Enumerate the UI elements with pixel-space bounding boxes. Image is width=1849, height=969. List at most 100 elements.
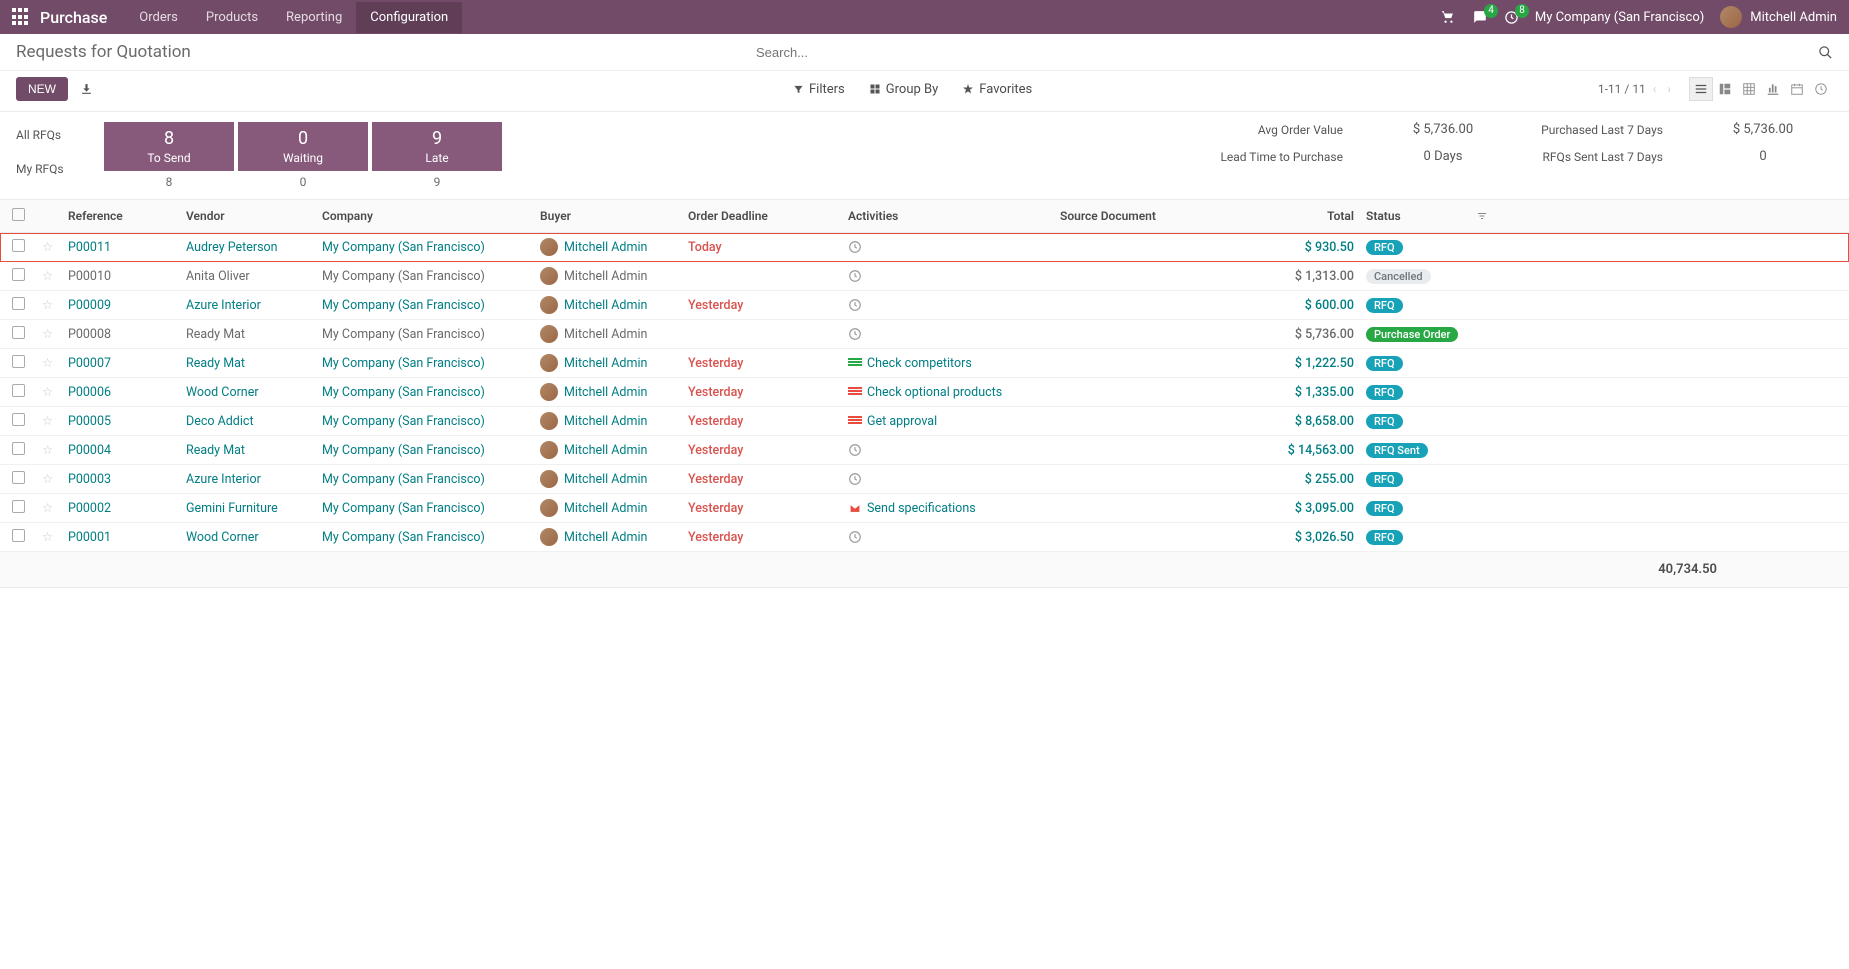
table-row[interactable]: ☆ P00011 Audrey Peterson My Company (San… — [0, 233, 1849, 262]
table-row[interactable]: ☆ P00005 Deco Addict My Company (San Fra… — [0, 407, 1849, 436]
row-checkbox[interactable] — [12, 326, 25, 339]
vendor-link[interactable]: Audrey Peterson — [186, 240, 278, 255]
filters-button[interactable]: Filters — [793, 82, 845, 97]
dash-card-late[interactable]: 9Late — [372, 122, 502, 171]
header-status[interactable]: Status — [1360, 209, 1476, 223]
buyer-link[interactable]: Mitchell Admin — [564, 501, 647, 516]
reference-link[interactable]: P00006 — [68, 385, 111, 400]
new-button[interactable]: NEW — [16, 77, 68, 101]
vendor-link[interactable]: Azure Interior — [186, 472, 261, 487]
table-row[interactable]: ☆ P00001 Wood Corner My Company (San Fra… — [0, 523, 1849, 552]
vendor-link[interactable]: Ready Mat — [186, 356, 245, 371]
buyer-link[interactable]: Mitchell Admin — [564, 356, 647, 371]
company-link[interactable]: My Company (San Francisco) — [322, 414, 485, 429]
view-activity-icon[interactable] — [1809, 77, 1833, 101]
view-kanban-icon[interactable] — [1713, 77, 1737, 101]
buyer-link[interactable]: Mitchell Admin — [564, 298, 647, 313]
dash-card-to-send[interactable]: 8To Send — [104, 122, 234, 171]
table-row[interactable]: ☆ P00002 Gemini Furniture My Company (Sa… — [0, 494, 1849, 523]
table-row[interactable]: ☆ P00003 Azure Interior My Company (San … — [0, 465, 1849, 494]
star-icon[interactable]: ☆ — [42, 327, 53, 342]
company-selector[interactable]: My Company (San Francisco) — [1535, 10, 1704, 25]
star-icon[interactable]: ☆ — [42, 501, 53, 516]
clock-icon[interactable] — [848, 472, 1060, 486]
activity-link[interactable]: Check competitors — [848, 356, 1060, 371]
row-checkbox[interactable] — [12, 384, 25, 397]
row-checkbox[interactable] — [12, 413, 25, 426]
table-row[interactable]: ☆ P00006 Wood Corner My Company (San Fra… — [0, 378, 1849, 407]
select-all-checkbox[interactable] — [12, 208, 25, 221]
vendor-link[interactable]: Anita Oliver — [186, 269, 250, 284]
activity-link[interactable]: Check optional products — [848, 385, 1060, 400]
header-activities[interactable]: Activities — [848, 209, 1060, 223]
user-menu[interactable]: Mitchell Admin — [1720, 6, 1837, 28]
company-link[interactable]: My Company (San Francisco) — [322, 298, 485, 313]
row-checkbox[interactable] — [12, 471, 25, 484]
table-row[interactable]: ☆ P00008 Ready Mat My Company (San Franc… — [0, 320, 1849, 349]
header-buyer[interactable]: Buyer — [540, 209, 688, 223]
clock-icon[interactable] — [848, 269, 1060, 283]
table-row[interactable]: ☆ P00009 Azure Interior My Company (San … — [0, 291, 1849, 320]
reference-link[interactable]: P00011 — [68, 240, 111, 255]
reference-link[interactable]: P00010 — [68, 269, 111, 284]
clock-icon[interactable] — [848, 298, 1060, 312]
reference-link[interactable]: P00004 — [68, 443, 111, 458]
company-link[interactable]: My Company (San Francisco) — [322, 269, 485, 284]
row-checkbox[interactable] — [12, 500, 25, 513]
company-link[interactable]: My Company (San Francisco) — [322, 240, 485, 255]
company-link[interactable]: My Company (San Francisco) — [322, 327, 485, 342]
table-row[interactable]: ☆ P00004 Ready Mat My Company (San Franc… — [0, 436, 1849, 465]
reference-link[interactable]: P00001 — [68, 530, 111, 545]
buyer-link[interactable]: Mitchell Admin — [564, 472, 647, 487]
reference-link[interactable]: P00005 — [68, 414, 111, 429]
pager-next-icon[interactable]: › — [1667, 82, 1671, 96]
company-link[interactable]: My Company (San Francisco) — [322, 530, 485, 545]
clock-icon[interactable] — [848, 443, 1060, 457]
buyer-link[interactable]: Mitchell Admin — [564, 443, 647, 458]
vendor-link[interactable]: Azure Interior — [186, 298, 261, 313]
row-checkbox[interactable] — [12, 442, 25, 455]
apps-icon[interactable] — [12, 8, 30, 26]
buyer-link[interactable]: Mitchell Admin — [564, 530, 647, 545]
clock-icon[interactable] — [848, 530, 1060, 544]
star-icon[interactable]: ☆ — [42, 385, 53, 400]
reference-link[interactable]: P00008 — [68, 327, 111, 342]
star-icon[interactable]: ☆ — [42, 298, 53, 313]
activity-link[interactable]: Get approval — [848, 414, 1060, 429]
activity-icon[interactable]: 8 — [1504, 10, 1519, 25]
clock-icon[interactable] — [848, 327, 1060, 341]
vendor-link[interactable]: Ready Mat — [186, 327, 245, 342]
star-icon[interactable]: ☆ — [42, 472, 53, 487]
vendor-link[interactable]: Deco Addict — [186, 414, 254, 429]
header-deadline[interactable]: Order Deadline — [688, 209, 848, 223]
row-checkbox[interactable] — [12, 268, 25, 281]
view-graph-icon[interactable] — [1761, 77, 1785, 101]
reference-link[interactable]: P00007 — [68, 356, 111, 371]
chat-icon[interactable]: 4 — [1472, 10, 1488, 24]
pager-prev-icon[interactable]: ‹ — [1653, 82, 1657, 96]
star-icon[interactable]: ☆ — [42, 356, 53, 371]
reference-link[interactable]: P00002 — [68, 501, 111, 516]
favorites-button[interactable]: Favorites — [962, 82, 1032, 97]
header-source[interactable]: Source Document — [1060, 209, 1240, 223]
table-row[interactable]: ☆ P00007 Ready Mat My Company (San Franc… — [0, 349, 1849, 378]
search-icon[interactable] — [1818, 45, 1833, 60]
reference-link[interactable]: P00003 — [68, 472, 111, 487]
vendor-link[interactable]: Ready Mat — [186, 443, 245, 458]
nav-item-orders[interactable]: Orders — [125, 2, 192, 33]
table-row[interactable]: ☆ P00010 Anita Oliver My Company (San Fr… — [0, 262, 1849, 291]
cart-icon[interactable] — [1441, 10, 1456, 24]
star-icon[interactable]: ☆ — [42, 269, 53, 284]
company-link[interactable]: My Company (San Francisco) — [322, 472, 485, 487]
company-link[interactable]: My Company (San Francisco) — [322, 501, 485, 516]
buyer-link[interactable]: Mitchell Admin — [564, 269, 647, 284]
view-pivot-icon[interactable] — [1737, 77, 1761, 101]
header-reference[interactable]: Reference — [68, 209, 186, 223]
dash-mini-value[interactable]: 8 — [104, 171, 234, 193]
company-link[interactable]: My Company (San Francisco) — [322, 443, 485, 458]
row-checkbox[interactable] — [12, 239, 25, 252]
star-icon[interactable]: ☆ — [42, 530, 53, 545]
vendor-link[interactable]: Wood Corner — [186, 530, 259, 545]
reference-link[interactable]: P00009 — [68, 298, 111, 313]
row-checkbox[interactable] — [12, 355, 25, 368]
